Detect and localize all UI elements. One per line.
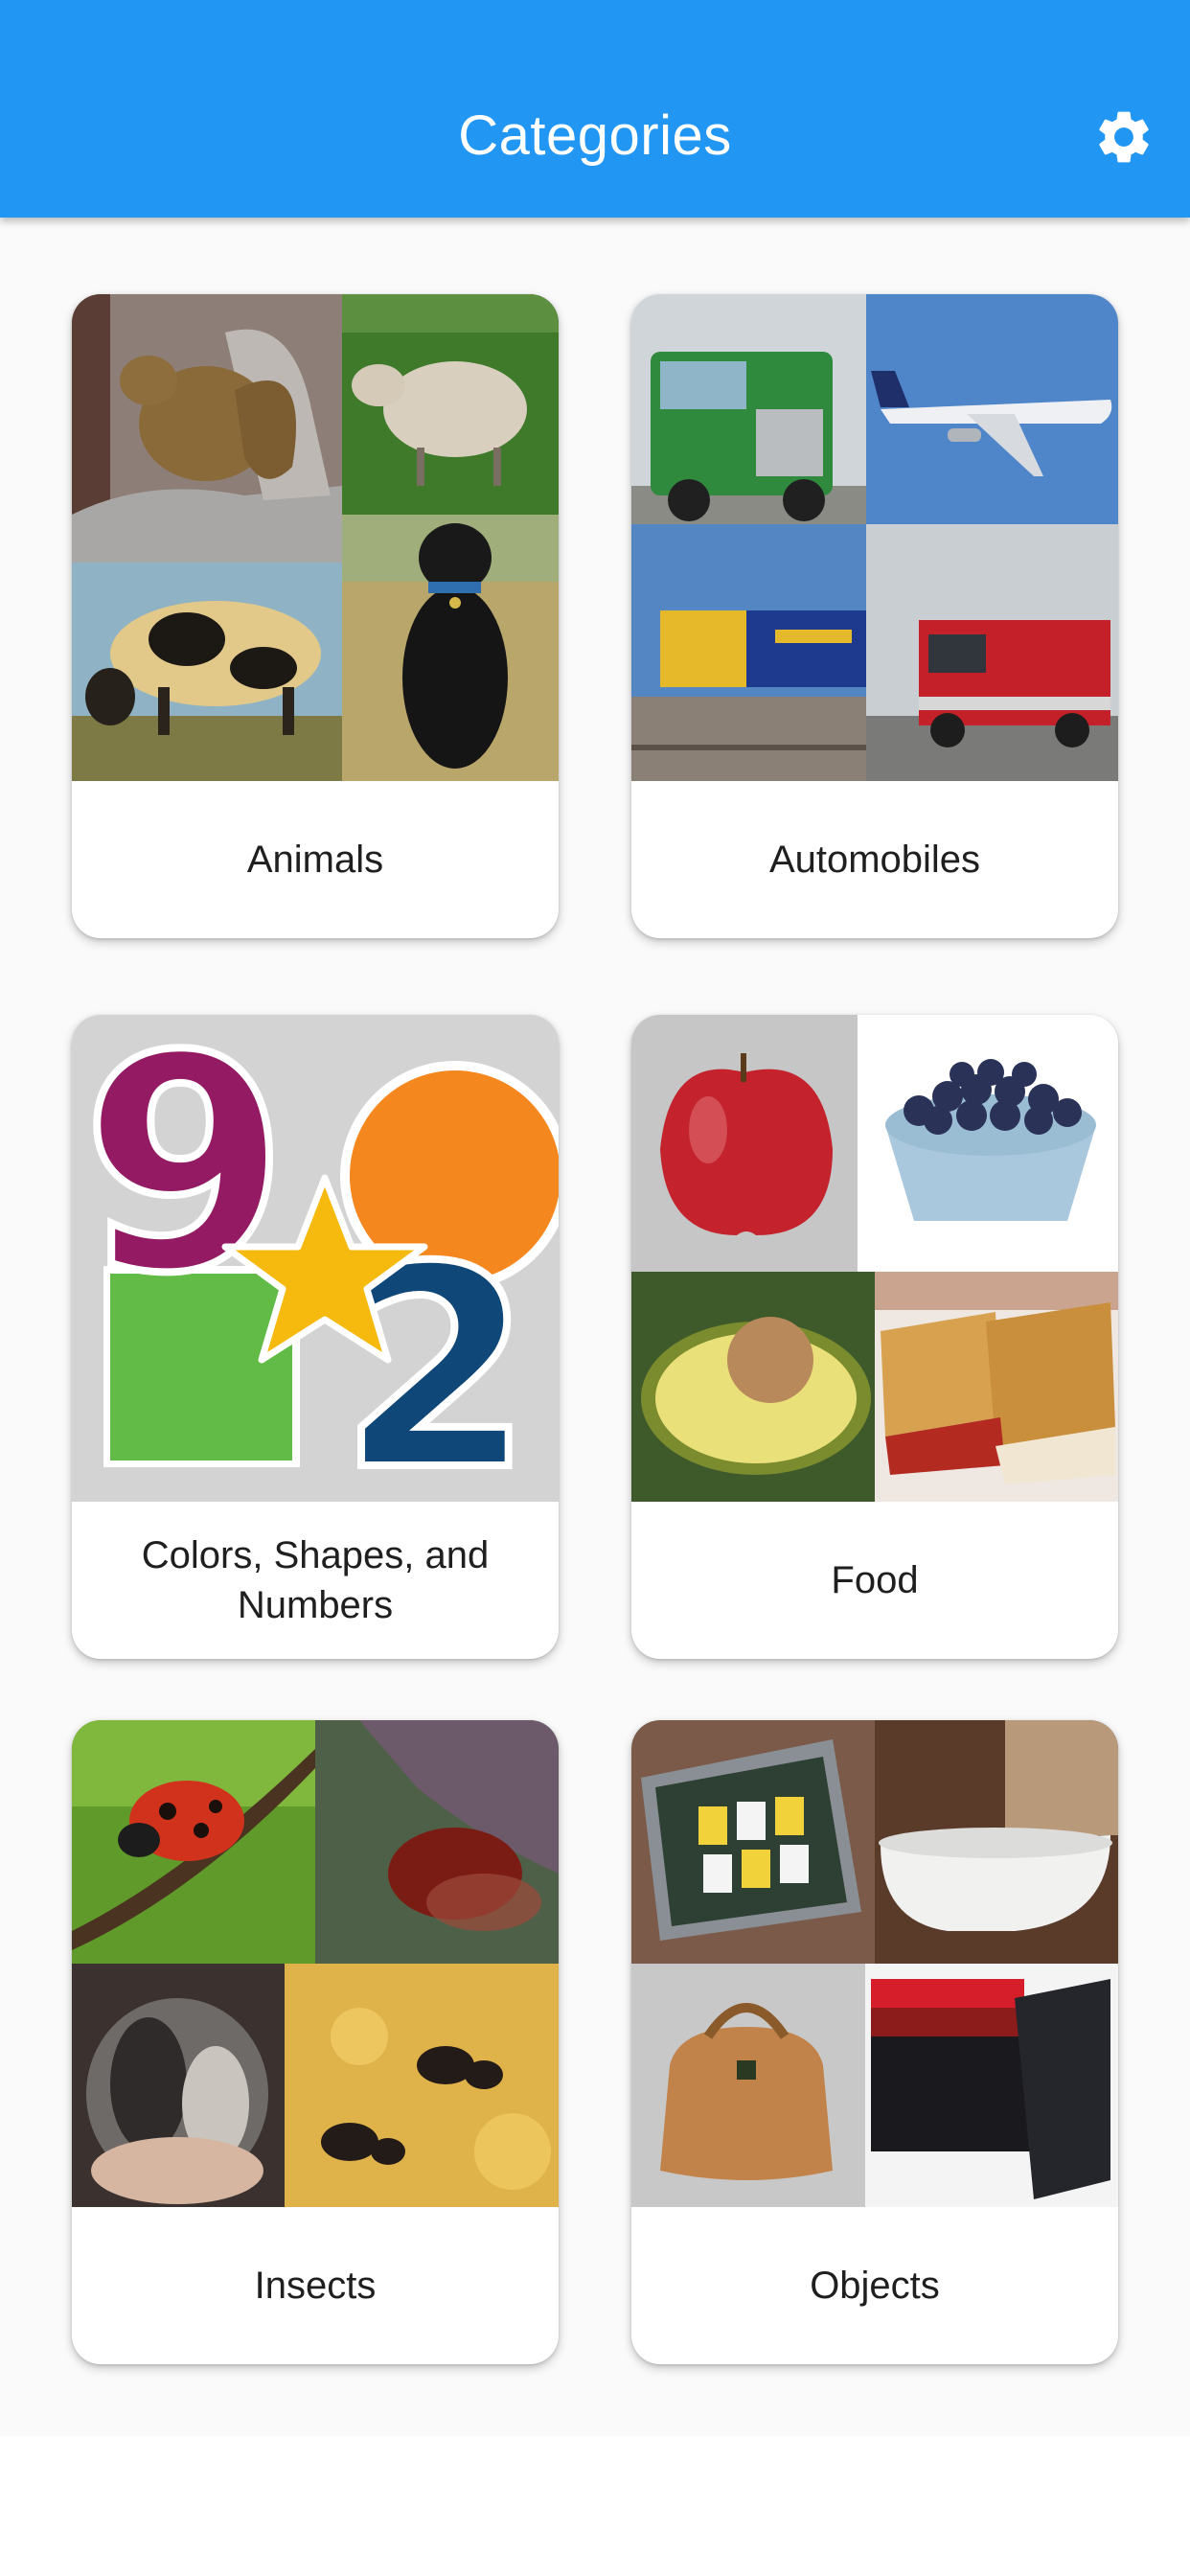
category-card-colors-shapes-numbers[interactable]: 9 2 Colors, Shapes, and Numbers <box>72 1015 559 1659</box>
category-label: Animals <box>246 839 384 881</box>
food-collage-image <box>631 1015 1118 1502</box>
category-card-objects[interactable]: Objects <box>631 1720 1118 2364</box>
automobiles-collage-image <box>631 294 1118 781</box>
category-card-animals[interactable]: Animals <box>72 294 559 938</box>
bottom-area <box>0 2436 1190 2576</box>
app-bar: Categories <box>0 0 1190 218</box>
animals-collage-image <box>72 294 559 781</box>
gear-icon[interactable] <box>1092 105 1156 169</box>
colors-shapes-numbers-image: 9 2 <box>72 1015 559 1502</box>
category-label: Objects <box>810 2265 940 2307</box>
objects-collage-image <box>631 1720 1118 2207</box>
category-label: Colors, Shapes, and Numbers <box>141 1534 490 1626</box>
category-card-automobiles[interactable]: Automobiles <box>631 294 1118 938</box>
category-label: Insects <box>254 2265 377 2307</box>
category-label: Food <box>831 1559 919 1601</box>
category-grid: Animals Automobiles 9 2 Colors, Shapes, … <box>0 218 1190 2436</box>
insects-collage-image <box>72 1720 559 2207</box>
category-card-food[interactable]: Food <box>631 1015 1118 1659</box>
svg-text:9: 9 <box>81 1015 288 1339</box>
category-card-insects[interactable]: Insects <box>72 1720 559 2364</box>
category-label: Automobiles <box>768 839 981 881</box>
page-title: Categories <box>458 104 732 167</box>
